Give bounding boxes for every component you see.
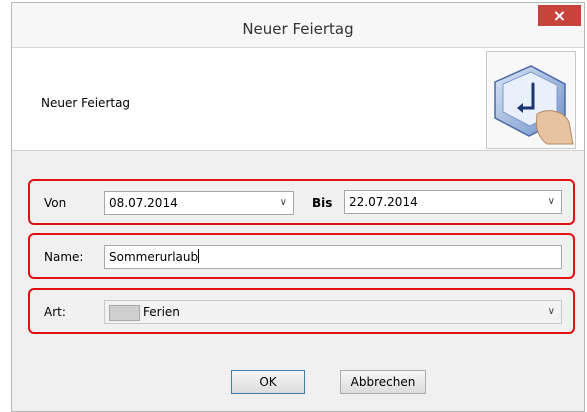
to-date-picker[interactable]: 22.07.2014 ∨ — [344, 190, 562, 214]
name-group: Name: Sommerurlaub — [28, 233, 575, 279]
chevron-down-icon[interactable]: ∨ — [548, 301, 555, 323]
dialog-header: Neuer Feiertag — [12, 48, 584, 151]
from-date-picker[interactable]: 08.07.2014 ∨ — [104, 191, 294, 215]
close-button[interactable]: × — [538, 5, 581, 26]
text-cursor — [198, 249, 200, 263]
window-title: Neuer Feiertag — [242, 20, 354, 38]
header-label: Neuer Feiertag — [41, 96, 131, 110]
ok-button[interactable]: OK — [231, 370, 305, 394]
from-date-value: 08.07.2014 — [109, 196, 178, 210]
title-bar: Neuer Feiertag × — [12, 3, 584, 48]
type-select[interactable]: Ferien ∨ — [104, 300, 562, 324]
to-date-value: 22.07.2014 — [349, 195, 418, 209]
chevron-down-icon[interactable]: ∨ — [280, 192, 287, 214]
keyboard-key-press-icon — [486, 51, 576, 149]
from-label: Von — [44, 196, 67, 210]
cancel-button[interactable]: Abbrechen — [340, 370, 426, 394]
type-group: Art: Ferien ∨ — [28, 288, 575, 334]
type-label: Art: — [44, 305, 66, 319]
chevron-down-icon[interactable]: ∨ — [548, 191, 555, 213]
dialog-body: Von 08.07.2014 ∨ Bis 22.07.2014 ∨ Name: … — [12, 151, 584, 411]
to-label: Bis — [312, 196, 333, 210]
name-input[interactable]: Sommerurlaub — [104, 245, 562, 269]
name-label: Name: — [44, 250, 84, 264]
date-range-group: Von 08.07.2014 ∨ Bis 22.07.2014 ∨ — [28, 179, 575, 225]
type-select-value: Ferien — [143, 305, 180, 319]
color-swatch — [109, 305, 140, 321]
dialog-window: Neuer Feiertag × Neuer Feiertag Von 08.0… — [11, 2, 585, 412]
close-icon: × — [552, 6, 567, 25]
name-input-value: Sommerurlaub — [109, 250, 199, 264]
